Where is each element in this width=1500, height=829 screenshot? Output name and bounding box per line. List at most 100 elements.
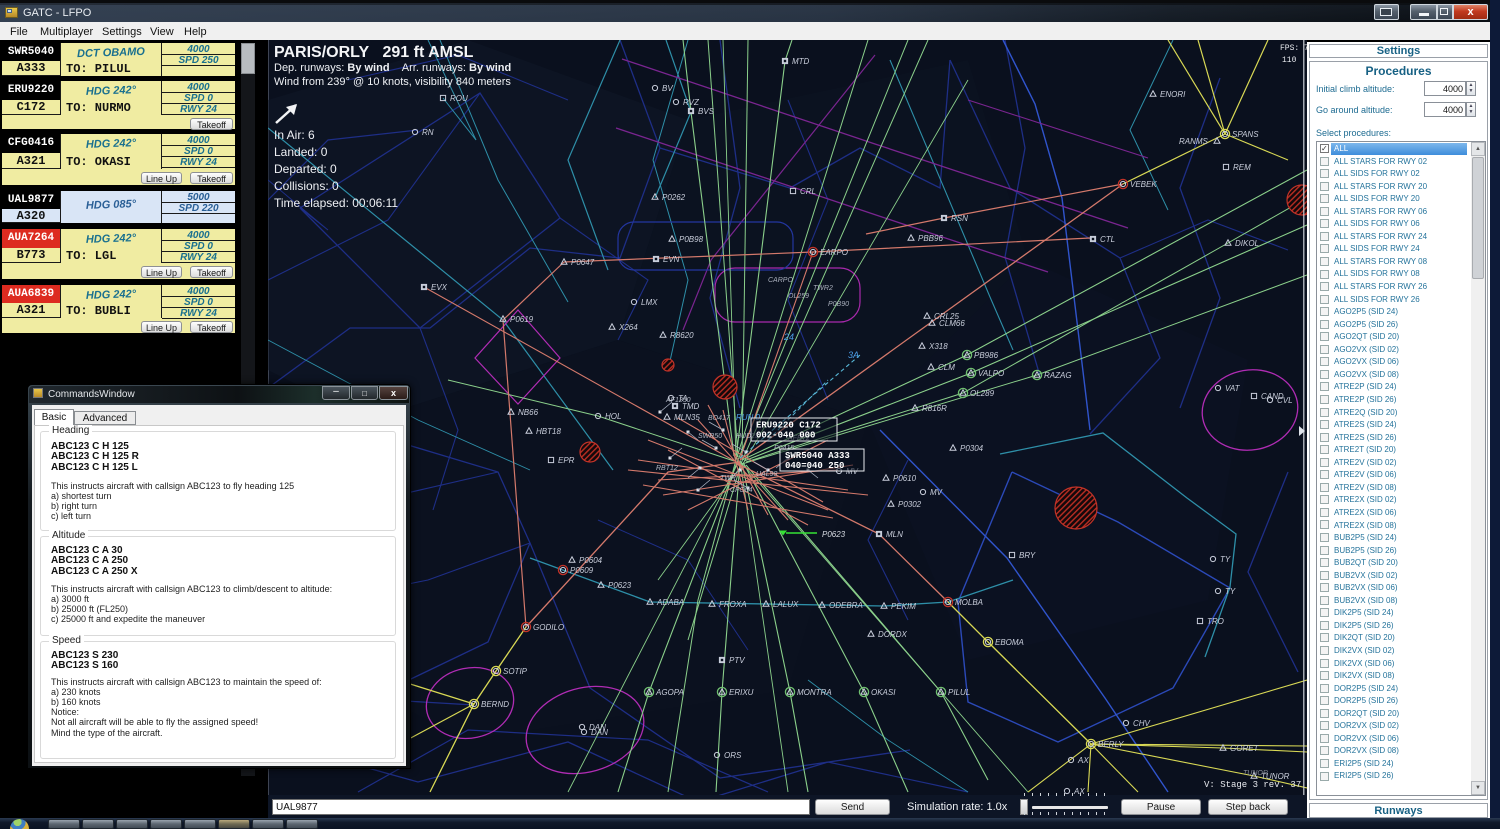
svg-text:PEKIM: PEKIM: [891, 602, 916, 611]
svg-text:V: Stage 3 rev. 37: V: Stage 3 rev. 37: [1204, 780, 1301, 790]
svg-text:Landed: 0: Landed: 0: [274, 145, 328, 159]
svg-text:RN: RN: [422, 128, 434, 137]
svg-text:ERU9220 C172: ERU9220 C172: [756, 421, 821, 431]
svg-text:Time elapsed: 00:06:11: Time elapsed: 00:06:11: [274, 196, 398, 210]
svg-text:EPR: EPR: [558, 456, 575, 465]
svg-text:TWR: TWR: [720, 475, 736, 482]
svg-text:TRO: TRO: [1207, 617, 1224, 626]
svg-text:002-040 000: 002-040 000: [756, 431, 815, 441]
svg-text:ODEBRA: ODEBRA: [829, 601, 863, 610]
svg-text:P0610: P0610: [893, 474, 917, 483]
svg-text:CLM66: CLM66: [939, 319, 965, 328]
svg-text:Departed: 0: Departed: 0: [274, 162, 337, 176]
svg-text:SOTIP: SOTIP: [503, 667, 528, 676]
svg-text:ERIXU: ERIXU: [729, 688, 754, 697]
svg-text:PARIS/ORLY 291 ft AMSL: PARIS/ORLY 291 ft AMSL: [274, 44, 474, 61]
svg-text:Wind from 239° @ 10 knots, vis: Wind from 239° @ 10 knots, visibility 84…: [274, 76, 511, 88]
svg-text:ENORI: ENORI: [1160, 90, 1186, 99]
svg-text:LALUX: LALUX: [773, 600, 799, 609]
svg-text:FPS: 7.00: FPS: 7.00: [1280, 44, 1307, 53]
svg-text:P0B98: P0B98: [679, 235, 704, 244]
svg-text:AF1250: AF1250: [665, 397, 691, 404]
svg-text:TY: TY: [1225, 587, 1236, 596]
svg-text:P0623: P0623: [822, 530, 846, 539]
svg-text:BERND: BERND: [481, 700, 509, 709]
svg-text:DAN: DAN: [591, 728, 608, 737]
svg-text:TWR2: TWR2: [813, 285, 833, 292]
svg-text:P0647: P0647: [571, 258, 595, 267]
svg-text:P0302: P0302: [898, 500, 922, 509]
svg-text:SWR5040 A333: SWR5040 A333: [785, 451, 850, 461]
svg-text:BVS: BVS: [698, 107, 715, 116]
svg-text:R8620: R8620: [670, 331, 694, 340]
svg-text:TUNOR: TUNOR: [1243, 770, 1268, 777]
svg-text:CLM: CLM: [938, 363, 955, 372]
svg-text:CVL: CVL: [1277, 396, 1293, 405]
svg-text:ROU: ROU: [450, 94, 468, 103]
svg-text:In Air: 6: In Air: 6: [274, 128, 315, 142]
svg-text:PBB96: PBB96: [918, 234, 943, 243]
svg-text:X264: X264: [618, 323, 638, 332]
svg-text:MONTRA: MONTRA: [797, 688, 832, 697]
svg-text:BERLY: BERLY: [1098, 740, 1124, 749]
svg-text:OL259: OL259: [788, 293, 809, 300]
svg-text:LMX: LMX: [641, 298, 658, 307]
svg-text:HOL: HOL: [605, 412, 621, 421]
svg-text:P0262: P0262: [662, 193, 686, 202]
svg-text:P0304: P0304: [960, 444, 984, 453]
svg-text:P0604: P0604: [579, 556, 603, 565]
svg-text:SPANS: SPANS: [1232, 130, 1259, 139]
svg-text:EVN: EVN: [663, 255, 680, 264]
svg-text:3A: 3A: [848, 350, 859, 360]
svg-text:SWR50: SWR50: [698, 433, 722, 440]
svg-text:P0B90: P0B90: [828, 301, 849, 308]
svg-text:OKASI: OKASI: [871, 688, 896, 697]
svg-text:GORET: GORET: [1230, 744, 1260, 753]
svg-text:AX: AX: [1077, 756, 1089, 765]
svg-text:REM: REM: [1233, 163, 1251, 172]
svg-text:24: 24: [783, 332, 794, 342]
svg-text:RSN: RSN: [951, 214, 968, 223]
svg-text:PILUL: PILUL: [948, 688, 970, 697]
svg-text:RAZAG: RAZAG: [1044, 371, 1072, 380]
svg-text:CFG04: CFG04: [730, 487, 753, 494]
svg-text:GODILO: GODILO: [533, 623, 564, 632]
svg-text:RANMS: RANMS: [1179, 137, 1209, 146]
svg-text:EARPO: EARPO: [820, 248, 848, 257]
svg-text:FROXA: FROXA: [719, 600, 747, 609]
svg-text:OL289: OL289: [970, 389, 995, 398]
svg-text:MOLBA: MOLBA: [955, 598, 983, 607]
svg-text:BV: BV: [662, 84, 673, 93]
svg-text:ADABA: ADABA: [656, 598, 684, 607]
svg-text:BRY: BRY: [1019, 551, 1036, 560]
svg-text:TY: TY: [1220, 555, 1231, 564]
svg-text:040=040 250: 040=040 250: [785, 461, 844, 471]
svg-text:110: 110: [1282, 56, 1297, 65]
svg-text:EBOMA: EBOMA: [995, 638, 1024, 647]
svg-text:ORS: ORS: [724, 751, 742, 760]
svg-text:MLN35: MLN35: [674, 413, 700, 422]
svg-text:MV: MV: [930, 488, 943, 497]
svg-text:RVZ: RVZ: [683, 98, 700, 107]
svg-text:MTD: MTD: [792, 57, 810, 66]
svg-text:AGOPA: AGOPA: [655, 688, 684, 697]
svg-text:CTL: CTL: [1100, 235, 1115, 244]
svg-text:HBT18: HBT18: [536, 427, 561, 436]
svg-text:Collisions: 0: Collisions: 0: [274, 179, 339, 193]
svg-text:VEBEK: VEBEK: [1130, 180, 1157, 189]
svg-text:RBT12: RBT12: [656, 465, 678, 472]
svg-text:MLN: MLN: [886, 530, 903, 539]
svg-text:EVX: EVX: [431, 283, 448, 292]
svg-text:CHV: CHV: [1133, 719, 1151, 728]
svg-text:R816R: R816R: [922, 404, 947, 413]
svg-text:DIKOL: DIKOL: [1235, 239, 1259, 248]
svg-text:CARPO: CARPO: [768, 277, 793, 284]
svg-text:VAT: VAT: [1225, 384, 1241, 393]
svg-text:DORDX: DORDX: [878, 630, 908, 639]
svg-text:NB66: NB66: [518, 408, 539, 417]
svg-text:UAL98: UAL98: [756, 471, 778, 478]
svg-text:P0619: P0619: [510, 315, 534, 324]
svg-text:P0623: P0623: [608, 581, 632, 590]
svg-text:Dep. runways: By wind Arr.: Dep. runways: By wind Arr. runways: By w…: [274, 62, 511, 74]
svg-text:P0609: P0609: [570, 566, 594, 575]
